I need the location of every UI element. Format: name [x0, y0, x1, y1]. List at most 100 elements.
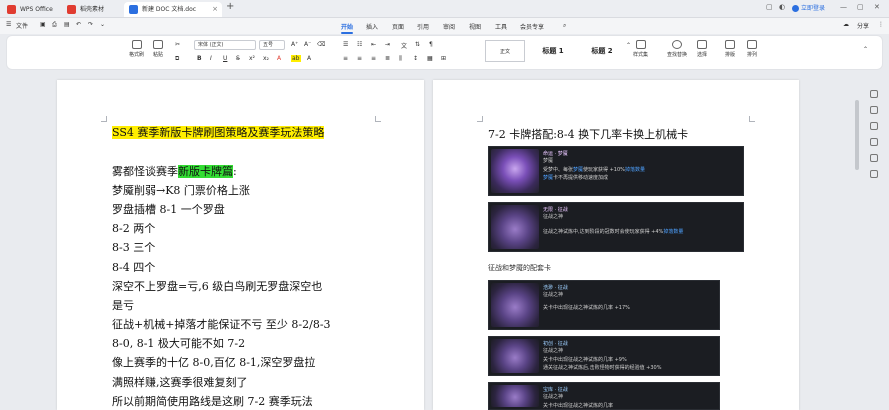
close-tab-icon[interactable]: × — [212, 2, 218, 17]
review-pane-icon[interactable] — [870, 122, 878, 130]
skin-icon[interactable]: ◐ — [779, 3, 785, 11]
redo-icon[interactable]: ↷ — [88, 21, 93, 28]
grow-font-icon[interactable]: A⁺ — [291, 41, 298, 48]
tab-docer[interactable]: 稻壳素材 — [62, 2, 120, 17]
print-icon[interactable]: ⎙ — [52, 21, 57, 29]
sort-icon[interactable]: ⇅ — [415, 41, 420, 48]
outdent-icon[interactable]: ⇤ — [371, 41, 376, 48]
comment-pane-icon[interactable] — [870, 138, 878, 146]
share-button[interactable]: 分享 — [857, 21, 869, 30]
paste-button[interactable]: 粘贴 — [153, 40, 163, 58]
doc-line: 8-0, 8-1 极大可能不如 7-2 — [112, 337, 246, 350]
undo-icon[interactable]: ↶ — [76, 21, 81, 28]
card-type: 征战之神 — [543, 348, 564, 354]
hamburger-icon[interactable]: ☰ — [6, 21, 11, 28]
help-pane-icon[interactable] — [870, 170, 878, 178]
card-desc: 受梦中、每张梦魇使玩家获得 +10%掉落数量 — [543, 166, 645, 173]
select-button[interactable]: 选择 — [697, 40, 707, 58]
tab-wps-office[interactable]: WPS Office — [2, 2, 58, 17]
format-pane-icon[interactable] — [870, 106, 878, 114]
card-image[interactable]: 无限 · 征战 征战之神 征战之神试炼中,达到阶段的冠数时会使玩家获得 +4%掉… — [488, 202, 744, 252]
format-painter-button[interactable]: 格式刷 — [129, 40, 144, 58]
navigation-pane-icon[interactable] — [870, 90, 878, 98]
align-left-icon[interactable]: ≡ — [343, 55, 348, 62]
line-spacing-icon[interactable]: ↕ — [413, 55, 418, 62]
window-layout-icon[interactable]: ▢ — [766, 3, 773, 11]
search-icon[interactable]: ⌕ — [563, 22, 566, 30]
card-name: 宝库 · 征战 — [543, 387, 568, 393]
save-icon[interactable]: ▣ — [40, 21, 46, 28]
minimize-icon[interactable]: — — [840, 3, 847, 11]
strikethrough-button[interactable]: S̶ — [236, 55, 240, 62]
align-right-icon[interactable]: ≡ — [371, 55, 376, 62]
highlight-button[interactable]: ab — [291, 55, 301, 62]
bullets-icon[interactable]: ☰ — [343, 41, 348, 48]
menu-bar: ☰ 文件 ▣ ⎙ ▤ ↶ ↷ ⌄ 开始 插入 页面 引用 审阅 视图 工具 会员… — [0, 18, 889, 34]
italic-button[interactable]: I — [210, 55, 212, 62]
layout-button[interactable]: 排版 — [725, 40, 735, 58]
menu-view[interactable]: 视图 — [469, 22, 481, 31]
menu-references[interactable]: 引用 — [417, 22, 429, 31]
cut-icon[interactable]: ✂ — [175, 41, 180, 48]
style-heading-2[interactable]: 标题 2 — [579, 40, 625, 62]
indent-icon[interactable]: ⇥ — [385, 41, 390, 48]
font-color-button[interactable]: A — [277, 55, 281, 62]
card-image[interactable]: 浩渺 · 征战 征战之神 关卡中出现征战之神试炼的几率 +17% — [488, 280, 720, 330]
style-more-chevron-icon[interactable]: ⌃ — [626, 42, 631, 49]
bold-button[interactable]: B — [197, 55, 202, 62]
menu-tools[interactable]: 工具 — [495, 22, 507, 31]
card-desc-keyword: 梦魇 — [543, 175, 554, 181]
copy-icon[interactable]: ⧉ — [175, 55, 179, 63]
card-image[interactable]: 初创 · 征战 征战之神 关卡中出现征战之神试炼的几率 +9% 通关征战之神试炼… — [488, 336, 720, 376]
cloud-sync-icon[interactable]: ☁ — [843, 21, 849, 28]
menu-home[interactable]: 开始 — [341, 22, 354, 34]
menu-review[interactable]: 审阅 — [443, 22, 455, 31]
align-center-icon[interactable]: ≡ — [357, 55, 362, 62]
card-image[interactable]: 宝库 · 征战 征战之神 关卡中出现征战之神试炼的几率 — [488, 382, 720, 410]
shading-icon[interactable]: ▦ — [427, 55, 433, 62]
settings-pane-icon[interactable] — [870, 154, 878, 162]
menu-insert[interactable]: 插入 — [366, 22, 378, 31]
maximize-icon[interactable]: ▢ — [857, 3, 864, 11]
chinese-layout-icon[interactable]: 文 — [401, 41, 407, 50]
shrink-font-icon[interactable]: A⁻ — [304, 41, 311, 48]
style-set-button[interactable]: 样式集 — [633, 40, 648, 58]
find-replace-button[interactable]: 查找替换 — [667, 40, 687, 58]
file-menu[interactable]: 文件 — [16, 21, 28, 30]
more-options-icon[interactable]: ⋮ — [878, 21, 884, 28]
superscript-button[interactable]: x² — [249, 55, 255, 62]
menu-page[interactable]: 页面 — [392, 22, 404, 31]
card-desc-keyword: 掉落数量 — [624, 167, 645, 173]
font-name-select[interactable]: 宋体 (正文) — [194, 40, 256, 50]
collapse-ribbon-icon[interactable]: ⌃ — [863, 46, 868, 53]
numbering-icon[interactable]: ☷ — [357, 41, 362, 48]
doc-line: 是亏 — [112, 299, 134, 312]
subscript-button[interactable]: x₂ — [263, 55, 269, 62]
distributed-icon[interactable]: ⫼ — [399, 55, 402, 63]
card-art-image — [491, 339, 539, 373]
more-chevron-icon[interactable]: ⌄ — [100, 21, 105, 28]
document-page-right[interactable]: 7-2 卡牌搭配:8-4 换下几率卡换上机械卡 命运 · 梦魇 梦魇 受梦中、每… — [433, 80, 799, 410]
style-normal-label: 正文 — [499, 49, 510, 55]
underline-button[interactable]: U — [223, 55, 227, 62]
show-marks-icon[interactable]: ¶ — [429, 41, 433, 48]
arrange-label: 排列 — [747, 52, 758, 58]
tab-document[interactable]: 新建 DOC 文档.doc × — [124, 2, 222, 17]
export-icon[interactable]: ▤ — [64, 21, 70, 28]
scrollbar-thumb[interactable] — [855, 100, 859, 170]
card-image[interactable]: 命运 · 梦魇 梦魇 受梦中、每张梦魇使玩家获得 +10%掉落数量 梦魇卡不再提… — [488, 146, 744, 196]
borders-icon[interactable]: ⊞ — [441, 55, 446, 62]
clear-format-icon[interactable]: ⌫ — [317, 41, 325, 48]
style-heading-1[interactable]: 标题 1 — [529, 40, 577, 62]
menu-membership[interactable]: 会员专享 — [520, 22, 544, 31]
document-page-left[interactable]: SS4 赛季新版卡牌刷图策略及赛季玩法策略 雾都怪谈赛季新版卡牌篇: 梦魇削弱→… — [57, 80, 424, 410]
doc-title-text: SS4 赛季新版卡牌刷图策略及赛季玩法策略 — [112, 126, 325, 139]
style-normal[interactable]: 正文 — [485, 40, 525, 62]
new-tab-button[interactable]: + — [226, 1, 234, 12]
close-window-icon[interactable]: ✕ — [874, 3, 880, 11]
justify-icon[interactable]: ≣ — [385, 55, 390, 62]
arrange-button[interactable]: 排列 — [747, 40, 757, 58]
font-size-select[interactable]: 五号 — [259, 40, 285, 50]
char-shading-icon[interactable]: A — [307, 55, 311, 62]
login-button[interactable]: 立即登录 — [792, 3, 825, 14]
